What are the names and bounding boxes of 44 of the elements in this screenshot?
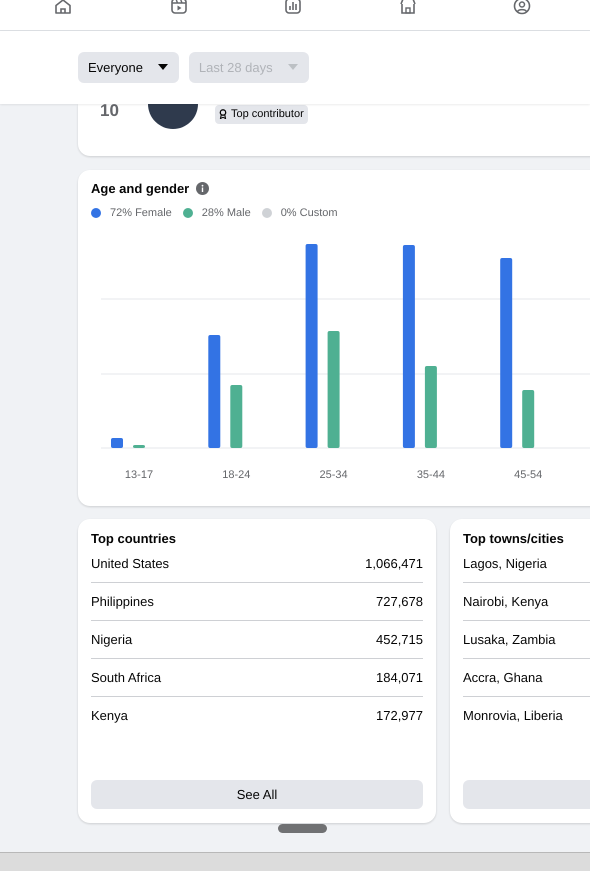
rank-number: 10 (100, 100, 119, 122)
see-all-button[interactable]: See All (91, 780, 423, 809)
info-icon[interactable] (196, 182, 210, 196)
bar-chart-icon (283, 0, 303, 16)
audience-count: 172,977 (376, 707, 423, 726)
profile-icon (512, 0, 532, 16)
axis-label: 35-44 (416, 468, 446, 483)
audience-count: 184,071 (376, 668, 423, 687)
video-icon (169, 0, 189, 16)
badge-icon (219, 109, 227, 120)
filter-dropdown[interactable]: Everyone (78, 52, 179, 83)
male-bar (133, 445, 145, 448)
card-title: Top countries (91, 530, 177, 545)
audience-count: 727,678 (376, 592, 423, 611)
axis-label: 13-17 (124, 468, 154, 483)
location-name: South Africa (91, 668, 162, 687)
scroll-handle[interactable] (278, 824, 327, 833)
female-bar (111, 438, 123, 448)
card-title: Age and gender (91, 180, 190, 198)
audience-count: 452,715 (376, 630, 423, 649)
legend-label: 28% Male (202, 206, 251, 220)
location-name: United States (91, 554, 170, 573)
store-icon (398, 0, 418, 16)
legend-label: 72% Female (110, 206, 172, 220)
male-bar (230, 385, 242, 448)
location-name: Kenya (91, 707, 128, 726)
card-title: Top towns/cities (463, 530, 565, 545)
location-name: Monrovia, Liberia (463, 707, 563, 726)
location-name: Accra, Ghana (463, 668, 542, 687)
home-icon (53, 0, 73, 16)
location-name: Lusaka, Zambia (463, 630, 556, 649)
caret-icon (286, 64, 299, 71)
location-name: Nigeria (91, 630, 132, 649)
caret-icon (156, 64, 169, 71)
audience-count: 1,066,471 (365, 554, 423, 573)
axis-label: 45-54 (513, 468, 544, 483)
location-name: Nairobi, Kenya (463, 592, 548, 611)
legend-label: 0% Custom (280, 206, 338, 220)
contributor-badge: Top contributor (215, 105, 308, 124)
axis-label: 18-24 (221, 468, 252, 483)
location-name: Philippines (91, 592, 154, 611)
location-name: Lagos, Nigeria (463, 554, 547, 573)
male-bar (522, 390, 534, 448)
axis-label: 25-34 (318, 468, 349, 483)
